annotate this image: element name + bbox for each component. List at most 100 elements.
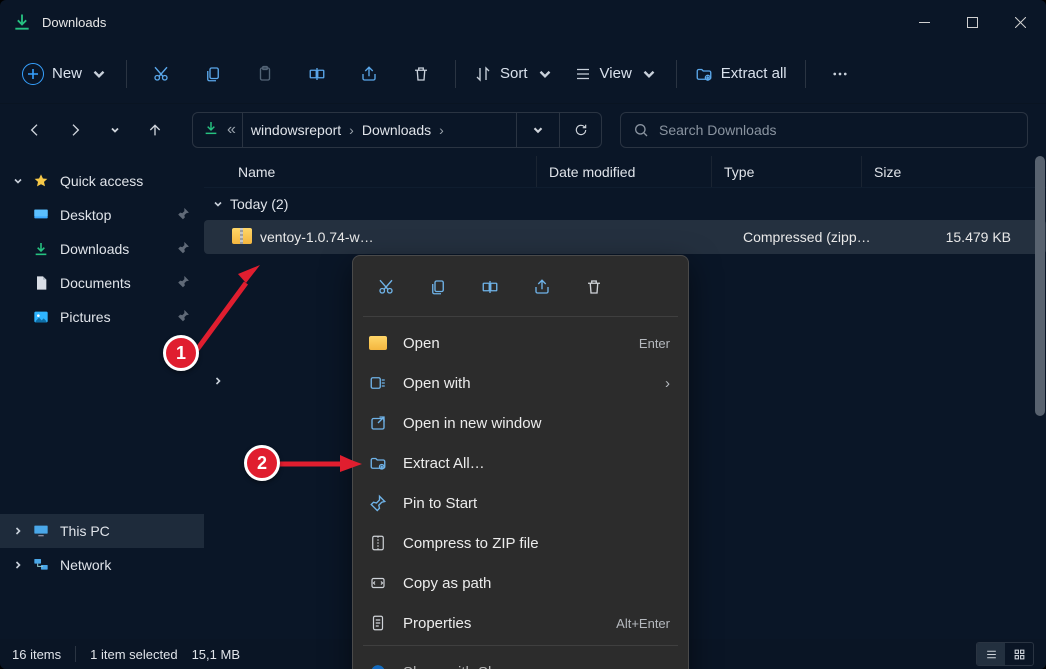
sidebar-item-pictures[interactable]: Pictures: [0, 300, 204, 334]
sidebar-item-network[interactable]: Network: [0, 548, 204, 582]
properties-icon: [367, 612, 389, 634]
sidebar-item-label: Quick access: [60, 173, 143, 189]
vertical-scrollbar[interactable]: [1034, 156, 1046, 639]
ctx-open-with[interactable]: Open with ›: [359, 363, 682, 403]
close-button[interactable]: [996, 0, 1044, 44]
documents-icon: [32, 274, 50, 292]
callout-arrow-1: [190, 265, 280, 370]
sidebar-item-label: Desktop: [60, 207, 111, 223]
downloads-icon: [12, 12, 32, 32]
paste-button[interactable]: [241, 54, 289, 94]
copy-path-icon: [367, 572, 389, 594]
cut-button[interactable]: [137, 54, 185, 94]
back-button[interactable]: [18, 113, 52, 147]
toolbar: New Sort View Extract all: [0, 44, 1046, 104]
minimize-button[interactable]: [900, 0, 948, 44]
ctx-open-new-window[interactable]: Open in new window: [359, 403, 682, 443]
up-button[interactable]: [138, 113, 172, 147]
breadcrumb-segment[interactable]: windowsreport: [251, 122, 341, 138]
ctx-copy-as-path[interactable]: Copy as path: [359, 563, 682, 603]
context-menu: Open Enter Open with › Open in new windo…: [352, 255, 689, 669]
details-view-button[interactable]: [977, 643, 1005, 665]
maximize-button[interactable]: [948, 0, 996, 44]
column-header-type[interactable]: Type: [711, 156, 861, 187]
sidebar-item-label: Documents: [60, 275, 131, 291]
ctx-delete-button[interactable]: [577, 270, 611, 304]
sidebar-item-label: Downloads: [60, 241, 129, 257]
downloads-icon: [203, 120, 219, 141]
pin-icon: [177, 275, 190, 291]
ctx-cut-button[interactable]: [369, 270, 403, 304]
callout-arrow-2: [278, 450, 368, 485]
file-row[interactable]: ventoy-1.0.74-w… Compressed (zipp… 15.47…: [204, 220, 1046, 254]
ctx-open[interactable]: Open Enter: [359, 323, 682, 363]
downloads-icon: [32, 240, 50, 258]
sidebar-item-this-pc[interactable]: This PC: [0, 514, 204, 548]
pc-icon: [32, 522, 50, 540]
callout-marker-2: 2: [244, 445, 280, 481]
chevron-right-icon: ›: [349, 122, 354, 138]
plus-icon: [22, 63, 44, 85]
extract-all-button[interactable]: Extract all: [687, 54, 795, 94]
sidebar-item-label: Pictures: [60, 309, 111, 325]
file-name: ventoy-1.0.74-w…: [260, 229, 556, 245]
sidebar-item-quick-access[interactable]: Quick access: [0, 164, 204, 198]
scrollbar-thumb[interactable]: [1035, 156, 1045, 416]
ctx-share-button[interactable]: [525, 270, 559, 304]
separator: [455, 60, 456, 88]
ctx-pin-to-start[interactable]: Pin to Start: [359, 483, 682, 523]
delete-button[interactable]: [397, 54, 445, 94]
pin-icon: [367, 492, 389, 514]
address-bar-icon-segment[interactable]: «: [193, 113, 243, 147]
separator: [676, 60, 677, 88]
pictures-icon: [32, 308, 50, 326]
forward-button[interactable]: [58, 113, 92, 147]
desktop-icon: [32, 206, 50, 224]
navigation-pane: Quick access Desktop Downloads Documents…: [0, 156, 204, 639]
sidebar-item-documents[interactable]: Documents: [0, 266, 204, 300]
ctx-rename-button[interactable]: [473, 270, 507, 304]
sidebar-item-desktop[interactable]: Desktop: [0, 198, 204, 232]
search-icon: [633, 122, 649, 138]
address-bar[interactable]: « windowsreport › Downloads ›: [192, 112, 602, 148]
pin-icon: [177, 241, 190, 257]
sort-button[interactable]: Sort: [466, 54, 562, 94]
breadcrumb[interactable]: windowsreport › Downloads ›: [243, 122, 448, 138]
more-button[interactable]: [816, 54, 864, 94]
group-header-today[interactable]: Today (2): [204, 188, 1046, 220]
recent-locations-button[interactable]: [98, 113, 132, 147]
search-input[interactable]: Search Downloads: [620, 112, 1028, 148]
sidebar-item-downloads[interactable]: Downloads: [0, 232, 204, 266]
refresh-button[interactable]: [559, 113, 601, 147]
status-selection-size: 15,1 MB: [192, 647, 240, 662]
chevron-right-icon: ›: [439, 122, 444, 138]
window-title: Downloads: [42, 15, 106, 30]
address-history-button[interactable]: [517, 113, 559, 147]
breadcrumb-segment[interactable]: Downloads: [362, 122, 431, 138]
extract-icon: [367, 452, 389, 474]
share-button[interactable]: [345, 54, 393, 94]
open-with-icon: [367, 372, 389, 394]
column-header-size[interactable]: Size: [861, 156, 991, 187]
chevron-right-icon: ›: [665, 375, 670, 392]
column-header-name[interactable]: Name: [226, 156, 536, 187]
ctx-share-skype[interactable]: S Share with Skype: [359, 652, 682, 669]
copy-button[interactable]: [189, 54, 237, 94]
explorer-window: { "title": "Downloads", "toolbar": { "ne…: [0, 0, 1046, 669]
zip-folder-icon: [232, 228, 252, 247]
rename-button[interactable]: [293, 54, 341, 94]
view-button[interactable]: View: [566, 54, 666, 94]
title-bar: Downloads: [0, 0, 1046, 44]
thumbnails-view-button[interactable]: [1005, 643, 1033, 665]
skype-icon: S: [367, 661, 389, 669]
ctx-extract-all[interactable]: Extract All…: [359, 443, 682, 483]
pin-icon: [177, 309, 190, 325]
star-icon: [32, 172, 50, 190]
file-size: 15.479 KB: [881, 229, 1011, 245]
new-button[interactable]: New: [14, 54, 116, 94]
column-header-date[interactable]: Date modified: [536, 156, 711, 187]
ctx-compress-zip[interactable]: Compress to ZIP file: [359, 523, 682, 563]
ctx-properties[interactable]: Properties Alt+Enter: [359, 603, 682, 643]
pin-icon: [177, 207, 190, 223]
ctx-copy-button[interactable]: [421, 270, 455, 304]
